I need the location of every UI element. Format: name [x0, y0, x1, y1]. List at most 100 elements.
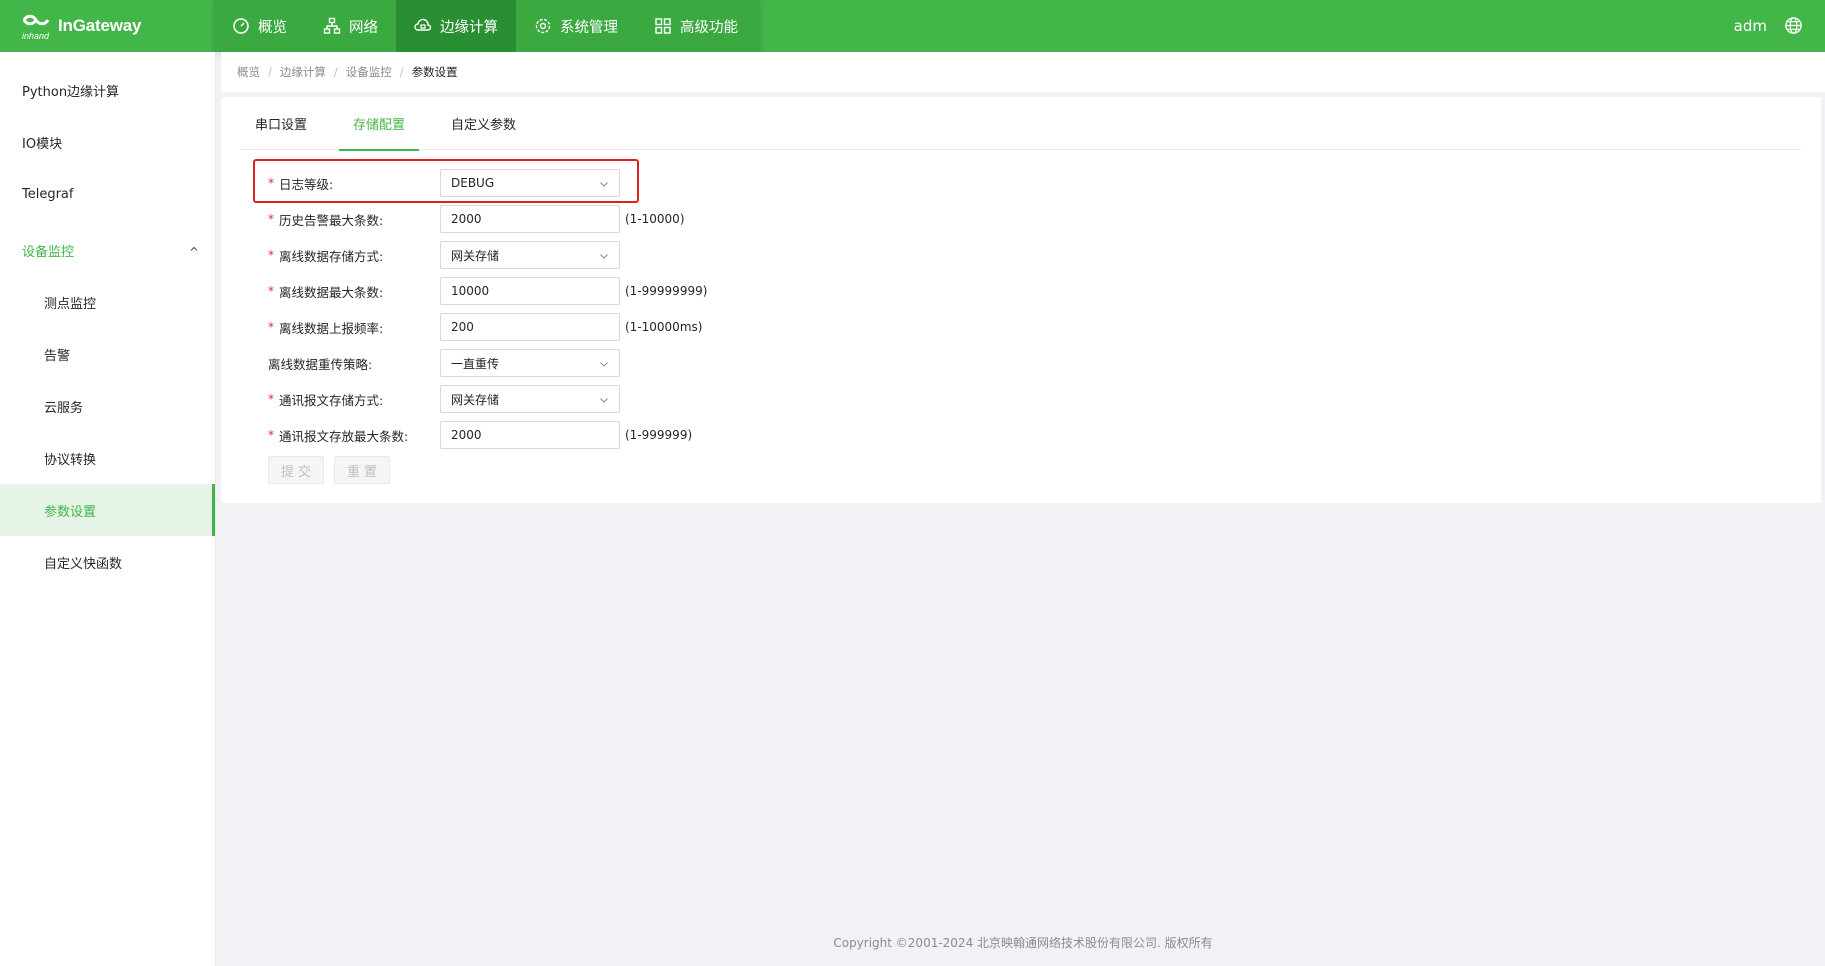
- label-text: 离线数据存储方式:: [279, 248, 384, 264]
- message-max-input[interactable]: 2000: [440, 421, 620, 449]
- form-row-offline-report-rate: * 离线数据上报频率: 200 (1-10000ms): [268, 313, 702, 341]
- edge-cloud-icon: [414, 18, 432, 31]
- sidebar: Python边缘计算 IO模块 Telegraf 设备监控 测点监控 告警 云服…: [0, 52, 216, 966]
- required-mark: *: [268, 212, 274, 226]
- field-label: * 历史告警最大条数:: [268, 210, 440, 229]
- field-label: 离线数据重传策略:: [268, 354, 440, 373]
- footer-copyright: Copyright ©2001-2024 北京映翰通网络技术股份有限公司. 版权…: [833, 936, 1213, 950]
- submit-button[interactable]: 提 交: [268, 456, 324, 484]
- breadcrumb-edge-computing[interactable]: 边缘计算: [280, 64, 326, 80]
- logo[interactable]: inhand InGateway: [20, 10, 141, 42]
- message-storage-mode-select[interactable]: 网关存储: [440, 385, 620, 413]
- field-label: * 离线数据存储方式:: [268, 246, 440, 265]
- input-value: 2000: [451, 428, 482, 442]
- form-row-offline-retransmit-policy: 离线数据重传策略: 一直重传: [268, 349, 620, 377]
- form-row-offline-storage-mode: * 离线数据存储方式: 网关存储: [268, 241, 620, 269]
- breadcrumb-device-monitor[interactable]: 设备监控: [346, 64, 392, 80]
- field-label: * 离线数据最大条数:: [268, 282, 440, 301]
- sidebar-item-python[interactable]: Python边缘计算: [0, 64, 215, 116]
- input-value: 10000: [451, 284, 490, 298]
- nav-edge-computing[interactable]: 边缘计算: [396, 0, 516, 52]
- range-hint: (1-10000): [625, 212, 685, 226]
- grid-icon: [655, 18, 671, 34]
- sidebar-item-label: 云服务: [44, 400, 84, 416]
- label-text: 通讯报文存放最大条数:: [279, 428, 409, 444]
- sidebar-item-point-monitor[interactable]: 测点监控: [0, 276, 215, 328]
- required-mark: *: [268, 428, 274, 442]
- tab-storage-config[interactable]: 存储配置: [339, 97, 420, 151]
- breadcrumb: 概览 / 边缘计算 / 设备监控 / 参数设置: [221, 52, 1825, 92]
- nav-advanced[interactable]: 高级功能: [636, 0, 756, 52]
- sidebar-item-label: IO模块: [22, 136, 63, 152]
- breadcrumb-overview[interactable]: 概览: [237, 64, 260, 80]
- offline-report-rate-input[interactable]: 200: [440, 313, 620, 341]
- required-mark: *: [268, 392, 274, 406]
- select-value: 一直重传: [451, 356, 500, 371]
- nav-label: 概览: [258, 19, 287, 36]
- sidebar-item-telegraf[interactable]: Telegraf: [0, 168, 215, 220]
- nav-network[interactable]: 网络: [305, 0, 396, 52]
- sidebar-item-label: 告警: [44, 348, 71, 364]
- highlight-box: [253, 159, 639, 203]
- chevron-down-icon: [600, 254, 608, 259]
- sidebar-group-device-monitor[interactable]: 设备监控: [0, 224, 215, 276]
- svg-text:inhand: inhand: [22, 31, 50, 41]
- offline-retransmit-policy-select[interactable]: 一直重传: [440, 349, 620, 377]
- tab-label: 自定义参数: [451, 118, 517, 133]
- history-alarm-max-input[interactable]: 2000: [440, 205, 620, 233]
- breadcrumb-current: 参数设置: [411, 65, 458, 79]
- chevron-down-icon: [600, 362, 608, 367]
- sidebar-item-parameter-settings[interactable]: 参数设置: [0, 484, 215, 536]
- label-text: 通讯报文存储方式:: [279, 392, 384, 408]
- network-icon: [323, 17, 341, 34]
- range-hint: (1-999999): [625, 428, 693, 442]
- sidebar-item-custom-function[interactable]: 自定义快函数: [0, 536, 215, 588]
- sidebar-item-label: 自定义快函数: [44, 556, 123, 572]
- label-text: 离线数据上报频率:: [279, 320, 384, 336]
- form-row-offline-data-max: * 离线数据最大条数: 10000 (1-99999999): [268, 277, 707, 305]
- input-value: 2000: [451, 212, 482, 226]
- brand-name: InGateway: [58, 16, 142, 35]
- label-text: 离线数据最大条数:: [279, 284, 384, 300]
- sidebar-item-protocol-convert[interactable]: 协议转换: [0, 432, 215, 484]
- tab-label: 存储配置: [353, 118, 406, 133]
- input-value: 200: [451, 320, 474, 334]
- sidebar-item-cloud-service[interactable]: 云服务: [0, 380, 215, 432]
- nav-label: 系统管理: [560, 19, 618, 36]
- field-label: * 离线数据上报频率:: [268, 318, 440, 337]
- sidebar-item-label: Python边缘计算: [22, 84, 120, 100]
- sidebar-item-label: 测点监控: [44, 296, 97, 312]
- sidebar-item-io-module[interactable]: IO模块: [0, 116, 215, 168]
- sidebar-item-label: 协议转换: [44, 452, 97, 468]
- required-mark: *: [268, 320, 274, 334]
- required-mark: *: [268, 284, 274, 298]
- chevron-down-icon: [600, 398, 608, 403]
- required-mark: *: [268, 248, 274, 262]
- tab-serial-settings[interactable]: 串口设置: [241, 97, 321, 150]
- nav-label: 高级功能: [680, 19, 738, 36]
- sidebar-item-label: 设备监控: [22, 244, 75, 260]
- range-hint: (1-10000ms): [625, 320, 703, 334]
- label-text: 离线数据重传策略:: [268, 356, 373, 372]
- reset-button[interactable]: 重 置: [334, 456, 390, 484]
- chevron-up-icon: [190, 246, 198, 251]
- offline-storage-mode-select[interactable]: 网关存储: [440, 241, 620, 269]
- form-row-message-max: * 通讯报文存放最大条数: 2000 (1-999999): [268, 421, 692, 449]
- sidebar-item-label: Telegraf: [22, 186, 74, 202]
- offline-data-max-input[interactable]: 10000: [440, 277, 620, 305]
- user-menu[interactable]: adm: [1734, 0, 1767, 52]
- sidebar-item-label: 参数设置: [44, 504, 97, 520]
- breadcrumb-separator: /: [268, 65, 272, 79]
- gear-icon: [535, 18, 551, 34]
- nav-system[interactable]: 系统管理: [516, 0, 636, 52]
- breadcrumb-separator: /: [399, 65, 404, 79]
- nav-overview[interactable]: 概览: [214, 0, 305, 52]
- sidebar-item-alarm[interactable]: 告警: [0, 328, 215, 380]
- globe-icon[interactable]: [1784, 16, 1803, 35]
- nav-label: 网络: [349, 19, 378, 36]
- nav-label: 边缘计算: [440, 19, 498, 36]
- form-row-message-storage-mode: * 通讯报文存储方式: 网关存储: [268, 385, 620, 413]
- settings-card: 串口设置 存储配置 自定义参数 * 日志等级: DEBUG * 历史告警最大条数: …: [221, 97, 1821, 503]
- tab-custom-params[interactable]: 自定义参数: [437, 97, 530, 150]
- breadcrumb-separator: /: [333, 65, 338, 79]
